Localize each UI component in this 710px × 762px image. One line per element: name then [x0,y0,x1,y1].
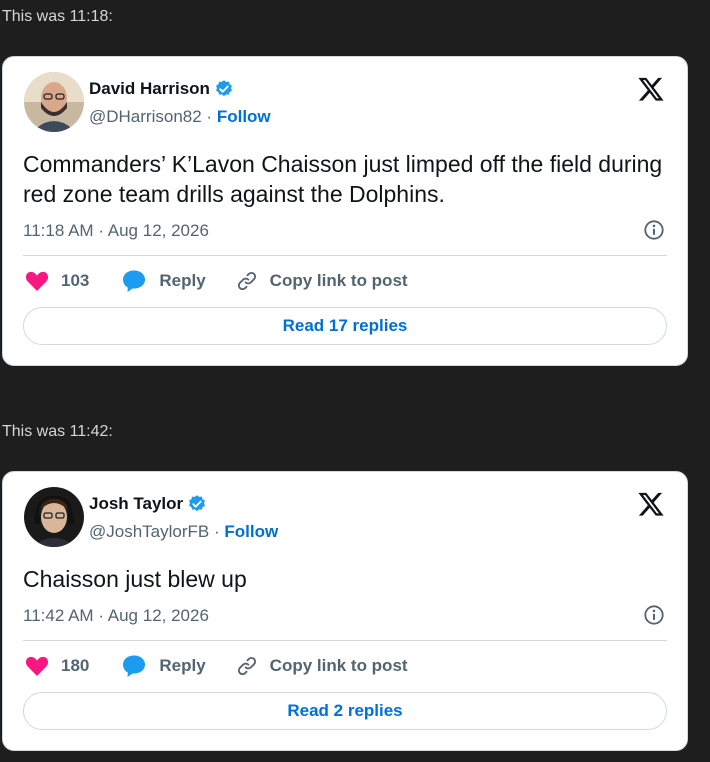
author-name[interactable]: Josh Taylor [89,494,207,514]
author-handle[interactable]: @DHarrison82 [89,107,202,126]
heart-icon[interactable] [25,655,49,677]
read-replies-button[interactable]: Read 17 replies [23,307,667,345]
follow-button[interactable]: Follow [217,107,271,126]
tweet-time[interactable]: 11:42 AM [23,606,94,625]
action-bar: 103 Reply Copy link to post [25,269,408,293]
tweet-card-2: Josh Taylor @JoshTaylorFB · Follow Chais… [2,471,688,751]
action-bar: 180 Reply Copy link to post [25,654,408,678]
info-icon[interactable] [643,604,665,626]
copy-link-action[interactable]: Copy link to post [236,655,408,677]
x-logo-icon[interactable] [637,490,665,518]
reply-label[interactable]: Reply [159,271,205,291]
separator-dot: · [206,107,213,126]
copy-link-label[interactable]: Copy link to post [270,656,408,676]
tweet-timestamp[interactable]: 11:18 AM · Aug 12, 2026 [23,221,209,241]
reply-action[interactable]: Reply [121,654,206,678]
verified-badge-icon [216,80,232,97]
read-replies-button[interactable]: Read 2 replies [23,692,667,730]
bald-man-avatar-icon [24,72,84,132]
handle-line: @DHarrison82 · Follow [89,107,271,127]
handle-line: @JoshTaylorFB · Follow [89,522,278,542]
author-handle[interactable]: @JoshTaylorFB [89,522,209,541]
caption-1: This was 11:18: [2,8,113,25]
like-action[interactable]: 103 [25,270,89,292]
tweet-text: Chaisson just blew up [23,566,247,592]
divider [23,255,667,256]
divider [23,640,667,641]
like-count: 103 [61,271,90,290]
author-name-text[interactable]: David Harrison [89,79,210,99]
heart-icon[interactable] [25,270,49,292]
info-icon[interactable] [643,219,665,241]
reply-bubble-icon[interactable] [121,654,147,678]
tweet-date[interactable]: Aug 12, 2026 [108,606,209,625]
link-icon[interactable] [236,655,258,677]
follow-button[interactable]: Follow [224,522,278,541]
avatar[interactable] [24,487,84,547]
caption-2: This was 11:42: [2,423,113,440]
tweet-card-1: David Harrison @DHarrison82 · Follow Com… [2,56,688,366]
reply-bubble-icon[interactable] [121,269,147,293]
reply-action[interactable]: Reply [121,269,206,293]
author-name-text[interactable]: Josh Taylor [89,494,183,514]
reply-label[interactable]: Reply [159,656,205,676]
read-replies-label[interactable]: Read 2 replies [287,701,402,721]
author-name[interactable]: David Harrison [89,79,234,99]
like-action[interactable]: 180 [25,655,89,677]
link-icon[interactable] [236,270,258,292]
copy-link-label[interactable]: Copy link to post [270,271,408,291]
tweet-date[interactable]: Aug 12, 2026 [108,221,209,240]
tweet-timestamp[interactable]: 11:42 AM · Aug 12, 2026 [23,606,209,626]
copy-link-action[interactable]: Copy link to post [236,270,408,292]
verified-badge-icon [189,495,206,512]
avatar[interactable] [24,72,84,132]
tweet-text: Commanders’ K’Lavon Chaisson just limped… [23,151,663,207]
like-count: 180 [61,656,90,675]
read-replies-label[interactable]: Read 17 replies [283,316,408,336]
tweet-time[interactable]: 11:18 AM [23,221,94,240]
separator-dot: · [213,522,220,541]
x-logo-icon[interactable] [637,75,665,103]
man-headset-avatar-icon [24,487,84,547]
